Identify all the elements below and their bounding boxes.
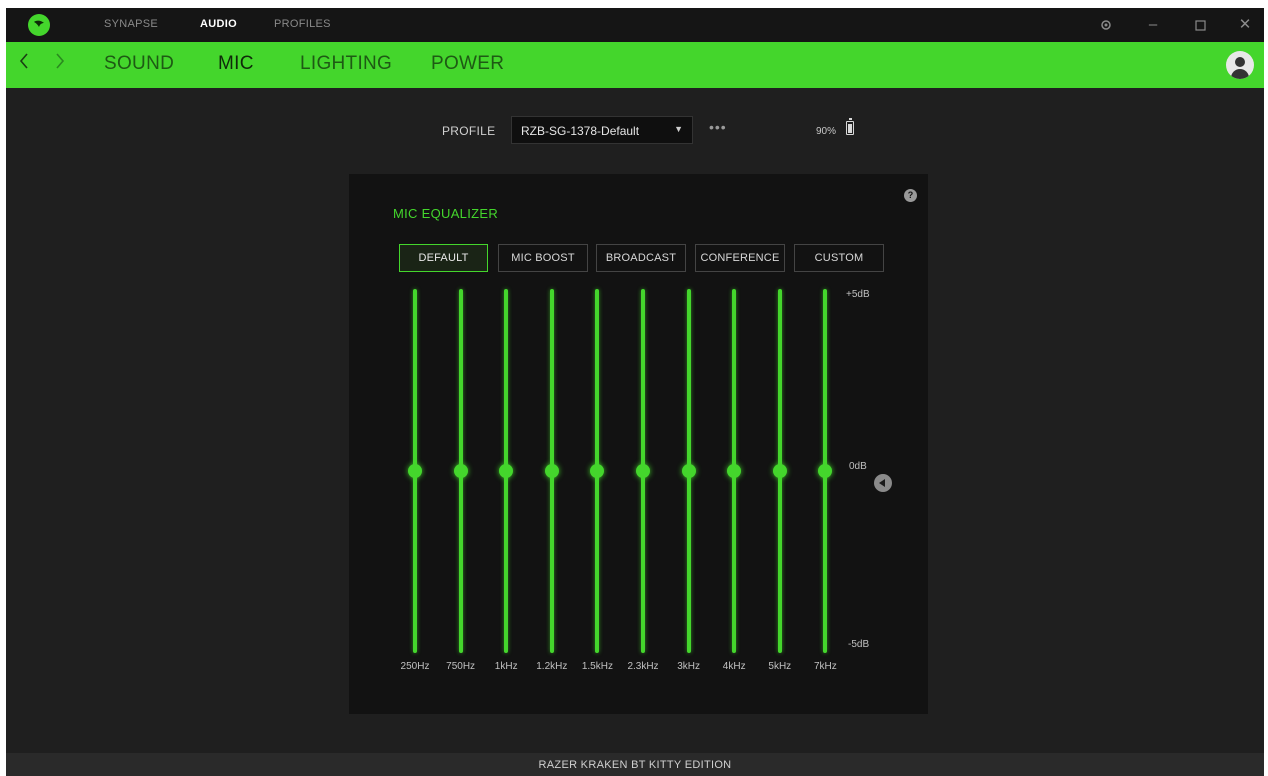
equalizer-title: MIC EQUALIZER [393,206,499,221]
eq-frequency-label: 1.5kHz [581,661,613,672]
mic-equalizer-panel: MIC EQUALIZER ? DEFAULT MIC BOOST BROADC… [349,174,928,714]
eq-slider-knob[interactable] [772,464,787,478]
profile-dropdown[interactable]: RZB-SG-1378-Default ▼ [511,116,693,144]
tab-mic[interactable]: MIC [218,53,254,75]
gear-icon[interactable] [1094,14,1118,36]
eq-slider-knob[interactable] [544,464,559,478]
close-icon[interactable]: ✕ [1233,14,1257,36]
maximize-icon[interactable] [1188,14,1212,36]
eq-slider-knob[interactable] [590,464,605,478]
preset-broadcast-button[interactable]: BROADCAST [596,244,686,272]
eq-slider-knob[interactable] [818,464,833,478]
caret-down-icon: ▼ [674,124,683,134]
tab-profiles[interactable]: PROFILES [274,18,331,30]
avatar-head-shape [1235,57,1245,67]
battery-percentage: 90% [816,126,837,137]
profile-label: PROFILE [442,124,496,138]
tab-audio[interactable]: AUDIO [200,18,237,30]
eq-slider-knob[interactable] [727,464,742,478]
eq-slider-knob[interactable] [499,464,514,478]
db-max-label: +5dB [846,289,870,300]
eq-slider-knob[interactable] [681,464,696,478]
db-zero-label: 0dB [849,461,867,472]
preset-mic-boost-button[interactable]: MIC BOOST [498,244,588,272]
more-options-icon[interactable]: ••• [709,119,727,135]
preset-custom-button[interactable]: CUSTOM [794,244,884,272]
db-min-label: -5dB [848,639,870,650]
preset-conference-button[interactable]: CONFERENCE [695,244,785,272]
avatar-body-shape [1231,69,1249,79]
eq-frequency-label: 750Hz [446,661,476,672]
title-bar: SYNAPSE AUDIO PROFILES – ✕ [6,8,1264,42]
eq-frequency-label: 4kHz [722,661,746,672]
device-name: RAZER KRAKEN BT KITTY EDITION [538,759,732,771]
eq-slider-knob[interactable] [453,464,468,478]
tab-lighting[interactable]: LIGHTING [300,53,392,75]
eq-frequency-label: 7kHz [813,661,837,672]
profile-selected-value: RZB-SG-1378-Default [521,124,640,138]
status-bar: RAZER KRAKEN BT KITTY EDITION [6,753,1264,776]
preset-default-button[interactable]: DEFAULT [399,244,488,272]
eq-slider-knob[interactable] [636,464,650,478]
tab-synapse[interactable]: SYNAPSE [104,18,158,30]
eq-frequency-label: 1kHz [494,661,518,672]
reset-icon[interactable] [874,474,892,492]
eq-frequency-label: 2.3kHz [627,661,659,672]
eq-frequency-label: 250Hz [400,661,430,672]
minimize-icon[interactable]: – [1141,14,1165,36]
help-icon[interactable]: ? [904,189,917,202]
chevron-right-icon[interactable] [54,52,66,76]
tab-power[interactable]: POWER [431,53,504,75]
eq-frequency-label: 5kHz [768,661,792,672]
tab-sound[interactable]: SOUND [104,53,174,75]
user-avatar-icon[interactable] [1226,51,1254,79]
eq-frequency-label: 1.2kHz [536,661,568,672]
app-window: SYNAPSE AUDIO PROFILES – ✕ SOUND MIC LIG… [6,8,1264,776]
sub-navigation-bar: SOUND MIC LIGHTING POWER [6,42,1264,88]
razer-logo-icon[interactable] [28,14,50,36]
battery-icon [846,118,854,135]
chevron-left-icon[interactable] [18,52,30,76]
eq-frequency-label: 3kHz [677,661,700,672]
eq-slider-knob[interactable] [408,464,422,478]
